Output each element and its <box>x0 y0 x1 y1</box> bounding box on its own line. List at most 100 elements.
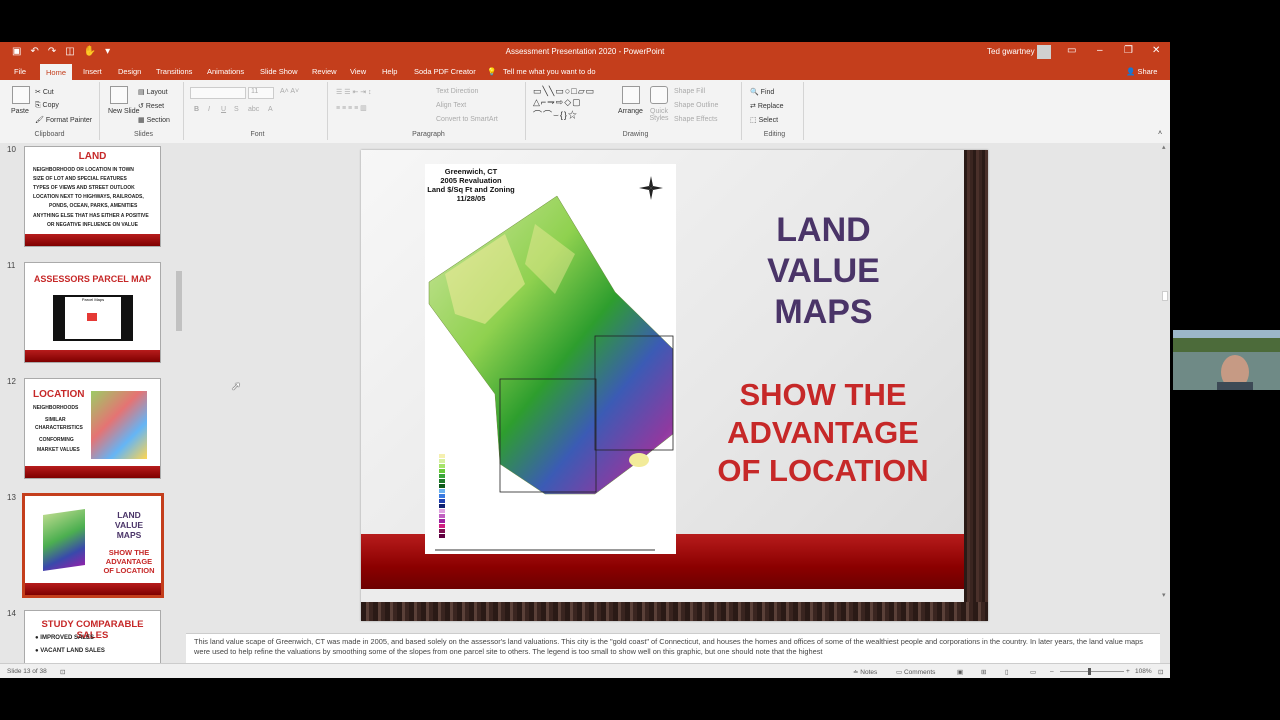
text-direction-button[interactable]: Text Direction <box>436 88 478 95</box>
section-button[interactable]: ▦ Section <box>138 116 170 124</box>
font-size-box[interactable]: 11 <box>248 87 274 99</box>
shadow-icon[interactable]: S <box>234 106 239 113</box>
legend-swatch <box>439 459 445 463</box>
align-text-button[interactable]: Align Text <box>436 102 466 109</box>
new-slide-button[interactable]: New Slide <box>108 108 140 115</box>
thumbnail-map-shape <box>43 509 85 571</box>
minimize-icon[interactable]: – <box>1097 45 1103 56</box>
ribbon-display-options-icon[interactable]: ▭ <box>1067 45 1076 56</box>
quick-styles-button[interactable]: Quick Styles <box>648 108 670 122</box>
user-name[interactable]: Ted gwartney <box>987 47 1035 56</box>
slideshow-view-icon[interactable]: ▭ <box>1030 668 1036 676</box>
slide-thumbnail-13[interactable]: LAND VALUE MAPS SHOW THE ADVANTAGE OF LO… <box>22 493 164 598</box>
convert-smartart-button[interactable]: Convert to SmartArt <box>436 116 498 123</box>
slide-thumbnail-12[interactable]: LOCATION NEIGHBORHOODS SIMILAR CHARACTER… <box>24 378 161 479</box>
shape-fill-button[interactable]: Shape Fill <box>674 88 705 95</box>
bold-icon[interactable]: B <box>194 106 199 113</box>
lightbulb-icon: 💡 <box>487 67 497 76</box>
slide-sorter-icon[interactable]: ⊞ <box>981 668 986 676</box>
thumbnail-line: ANYTHING ELSE THAT HAS EITHER A POSITIVE <box>33 213 149 219</box>
fit-to-window-icon[interactable]: ⊡ <box>1158 668 1163 676</box>
tab-soda-pdf-creator[interactable]: Soda PDF Creator <box>414 67 476 76</box>
close-icon[interactable]: ✕ <box>1152 45 1160 56</box>
share-label: Share <box>1137 67 1158 76</box>
shape-outline-button[interactable]: Shape Outline <box>674 102 718 109</box>
zoom-in-icon[interactable]: + <box>1126 668 1130 675</box>
arrange-button[interactable]: Arrange <box>618 108 643 115</box>
slide-thumbnail-10[interactable]: LAND NEIGHBORHOOD OR LOCATION IN TOWN SI… <box>24 146 161 247</box>
editor-scrollbar-thumb[interactable] <box>1162 291 1168 301</box>
align-icon[interactable]: ≡ ≡ ≡ ≡ ▥ <box>336 104 367 112</box>
zoom-slider-thumb[interactable] <box>1088 668 1091 675</box>
tab-home[interactable]: Home <box>40 64 73 80</box>
tell-me-search[interactable]: Tell me what you want to do <box>503 67 596 76</box>
arrange-icon[interactable] <box>622 86 640 104</box>
slide-thumbnail-11[interactable]: ASSESSORS PARCEL MAP Parcel Maps <box>24 262 161 363</box>
drawing-group: ▭╲╲▭○□▱▭ △⌐⇁⇨◇▢ ⌒⌒⌣{}☆ Arrange Quick Style… <box>530 82 742 140</box>
underline-icon[interactable]: U <box>221 106 226 113</box>
tab-insert[interactable]: Insert <box>83 67 102 76</box>
shape-effects-button[interactable]: Shape Effects <box>674 116 717 123</box>
font-color-icon[interactable]: A <box>268 106 273 113</box>
find-label: Find <box>760 89 775 96</box>
share-button[interactable]: 👤 Share <box>1126 67 1157 76</box>
restore-icon[interactable]: ❐ <box>1124 45 1133 56</box>
zoom-slider[interactable] <box>1060 668 1124 675</box>
cut-button[interactable]: ✂ Cut <box>35 88 54 96</box>
layout-button[interactable]: ▤ Layout <box>138 88 168 96</box>
strikethrough-icon[interactable]: abc <box>248 106 259 113</box>
bullets-icon[interactable]: ☰ ☰ ⇤ ⇥ ↕ <box>336 88 372 96</box>
reset-button[interactable]: ↺ Reset <box>138 102 164 110</box>
speaker-notes[interactable]: This land value scape of Greenwich, CT w… <box>186 633 1160 663</box>
tab-animations[interactable]: Animations <box>207 67 244 76</box>
user-avatar[interactable] <box>1037 45 1051 59</box>
shapes-gallery[interactable]: ▭╲╲▭○□▱▭ △⌐⇁⇨◇▢ ⌒⌒⌣{}☆ <box>533 86 595 121</box>
comments-button[interactable]: ▭ Comments <box>896 668 935 676</box>
paragraph-group-label: Paragraph <box>412 131 445 138</box>
thumbnail-scrollbar[interactable] <box>175 143 184 663</box>
normal-view-icon[interactable]: ▣ <box>957 668 963 676</box>
accessibility-icon[interactable]: ⊡ <box>60 668 65 676</box>
legend-swatch <box>439 504 445 508</box>
zoom-level[interactable]: 108% <box>1135 668 1152 675</box>
map-legend <box>439 454 445 538</box>
thumbnail-line: PONDS, OCEAN, PARKS, AMENITIES <box>49 203 138 209</box>
tab-file[interactable]: File <box>14 67 26 76</box>
replace-button[interactable]: ⇄ Replace <box>750 102 784 110</box>
thumbnail-scrollbar-thumb[interactable] <box>176 271 182 331</box>
slide-heading-line: LAND <box>776 211 871 249</box>
reading-view-icon[interactable]: ▯ <box>1005 668 1009 676</box>
drawing-group-label: Drawing <box>622 131 649 138</box>
tab-design[interactable]: Design <box>118 67 141 76</box>
tab-view[interactable]: View <box>350 67 366 76</box>
slide-heading[interactable]: LAND VALUE MAPS <box>711 210 936 333</box>
font-name-box[interactable] <box>190 87 246 99</box>
editor-scrollbar[interactable]: ▴ ▾ <box>1160 143 1170 633</box>
scroll-down-icon[interactable]: ▾ <box>1162 591 1166 599</box>
increase-font-icon[interactable]: A˄ A˅ <box>280 88 299 95</box>
notes-button[interactable]: ≐ Notes <box>853 668 877 676</box>
collapse-ribbon-icon[interactable]: ˄ <box>1158 130 1162 137</box>
find-button[interactable]: 🔍 Find <box>750 88 774 96</box>
paste-icon[interactable] <box>12 86 30 104</box>
zoom-out-icon[interactable]: – <box>1050 668 1054 675</box>
tab-slide-show[interactable]: Slide Show <box>260 67 298 76</box>
tab-help[interactable]: Help <box>382 67 397 76</box>
italic-icon[interactable]: I <box>208 106 210 113</box>
scroll-up-icon[interactable]: ▴ <box>1162 143 1166 151</box>
quick-styles-icon[interactable] <box>650 86 668 104</box>
tab-transitions[interactable]: Transitions <box>156 67 192 76</box>
slide-subheading[interactable]: SHOW THE ADVANTAGE OF LOCATION <box>691 376 955 490</box>
thumbnail-red-bar <box>25 234 160 246</box>
tab-review[interactable]: Review <box>312 67 337 76</box>
select-button[interactable]: ⬚ Select <box>750 116 778 124</box>
current-slide[interactable]: Greenwich, CT 2005 Revaluation Land $/Sq… <box>361 150 988 621</box>
new-slide-icon[interactable] <box>110 86 128 104</box>
land-value-map-image[interactable]: Greenwich, CT 2005 Revaluation Land $/Sq… <box>425 164 676 554</box>
format-painter-button[interactable]: 🖌 Format Painter <box>35 116 92 124</box>
paste-button[interactable]: Paste <box>11 108 29 115</box>
slides-group-label: Slides <box>133 131 154 138</box>
thumbnail-heading-line: VALUE <box>114 520 144 530</box>
copy-button[interactable]: ⎘ Copy <box>35 102 59 110</box>
slide-thumbnail-14[interactable]: STUDY COMPARABLE SALES ● IMPROVED SALES … <box>24 610 161 663</box>
